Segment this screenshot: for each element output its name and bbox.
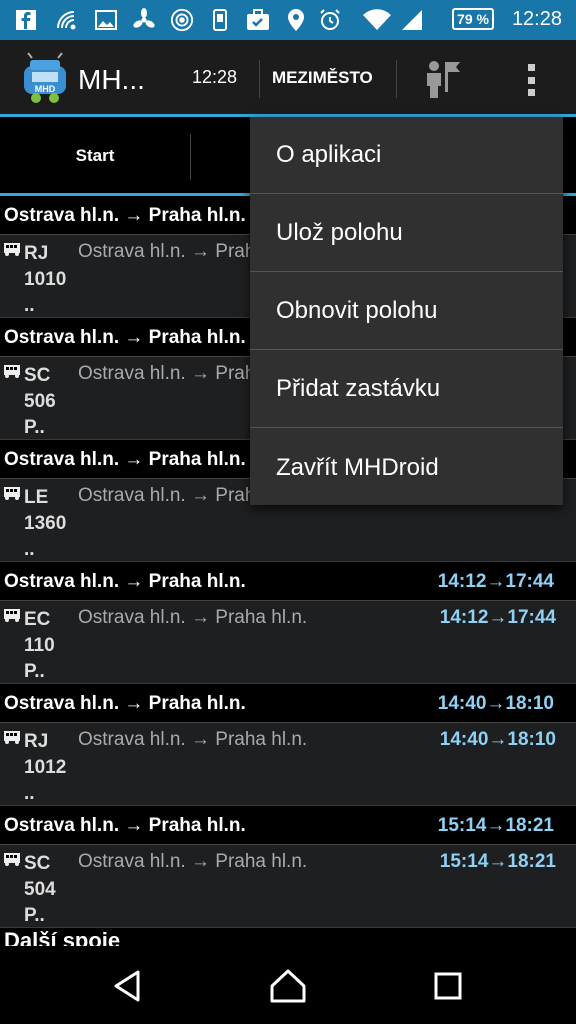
bus-icon — [4, 853, 20, 866]
connection-group[interactable]: Ostrava hl.n. → Praha hl.n. 15:14→18:21 SC… — [0, 806, 576, 928]
dot — [527, 64, 535, 71]
wifi-icon — [362, 8, 392, 32]
detail-route: Ostrava hl.n. → Praha hl.n. — [78, 607, 308, 628]
connection-header[interactable]: Ostrava hl.n. → Praha hl.n. 14:40→18:10 — [0, 684, 576, 723]
connection-header[interactable]: Ostrava hl.n. → Praha hl.n. 14:12→17:44 — [0, 562, 576, 601]
connection-times: 14:40→18:10 — [437, 693, 554, 714]
home-icon[interactable] — [268, 966, 308, 1006]
detail-times: 15:14→18:21 — [439, 851, 556, 872]
bus-icon — [4, 609, 20, 622]
bus-icon — [4, 731, 20, 744]
detail-times: 14:12→17:44 — [439, 607, 556, 628]
detail-route: Ostrava hl.n. → Praha hl.n. — [78, 851, 308, 872]
menu-item-add-stop[interactable]: Přidat zastávku — [250, 351, 563, 428]
mode-button[interactable]: MEZIMĚSTO — [272, 68, 373, 88]
train-number: EC 110 P.. — [24, 609, 55, 682]
facebook-icon — [14, 8, 38, 32]
overflow-menu: O aplikaci Ulož polohu Obnovit polohu Př… — [250, 117, 563, 505]
back-icon[interactable] — [108, 966, 148, 1006]
connection-route: Ostrava hl.n. → Praha hl.n. — [4, 449, 246, 470]
action-divider — [396, 60, 397, 98]
bus-icon — [4, 487, 20, 500]
connection-detail-row[interactable]: RJ 1012 .. Ostrava hl.n. → Praha hl.n. 14:… — [0, 723, 576, 806]
connection-header[interactable]: Ostrava hl.n. → Praha hl.n. 15:14→18:21 — [0, 806, 576, 845]
fan-icon — [132, 8, 156, 32]
menu-item-save-location[interactable]: Ulož polohu — [250, 195, 563, 272]
battery-indicator: 79 % — [452, 8, 494, 30]
app-logo-icon[interactable]: MHD — [18, 52, 72, 106]
connection-times: 14:12→17:44 — [437, 571, 554, 592]
phone-icon — [208, 8, 232, 32]
tab-divider — [190, 134, 191, 180]
menu-item-about[interactable]: O aplikaci — [250, 117, 563, 194]
more-connections-link[interactable]: Další spoje — [0, 928, 576, 946]
tab-start[interactable]: Start — [0, 117, 190, 195]
app-title: MH... — [78, 64, 145, 95]
train-number: SC 506 P.. — [24, 365, 56, 438]
dot — [527, 89, 535, 96]
action-divider — [259, 60, 260, 98]
dot — [527, 76, 535, 84]
connection-route: Ostrava hl.n. → Praha hl.n. — [4, 327, 246, 348]
train-number: RJ 1010 .. — [24, 243, 67, 316]
connection-group[interactable]: Ostrava hl.n. → Praha hl.n. 14:40→18:10 RJ… — [0, 684, 576, 806]
menu-item-close-app[interactable]: Zavřít MHDroid — [250, 429, 563, 506]
briefcase-check-icon — [246, 8, 270, 32]
detail-route: Ostrava hl.n. → Praha hl.n. — [78, 729, 308, 750]
status-time: 12:28 — [511, 8, 562, 30]
connection-route: Ostrava hl.n. → Praha hl.n. — [4, 205, 246, 226]
image-icon — [94, 8, 118, 32]
app-logo-text: MHD — [35, 84, 56, 94]
connection-group[interactable]: Ostrava hl.n. → Praha hl.n. 14:12→17:44 EC… — [0, 562, 576, 684]
bus-icon — [4, 365, 20, 378]
connection-route: Ostrava hl.n. → Praha hl.n. — [4, 693, 246, 714]
signal-waves-icon — [54, 8, 78, 32]
connection-route: Ostrava hl.n. → Praha hl.n. — [4, 815, 246, 836]
cell-signal-icon — [400, 8, 424, 32]
location-icon — [284, 8, 308, 32]
overflow-menu-icon[interactable] — [520, 60, 542, 100]
connection-route: Ostrava hl.n. → Praha hl.n. — [4, 571, 246, 592]
recents-icon[interactable] — [428, 966, 468, 1006]
action-time[interactable]: 12:28 — [192, 67, 237, 88]
person-flag-icon[interactable] — [420, 58, 462, 100]
bus-icon — [4, 243, 20, 256]
connection-times: 15:14→18:21 — [437, 815, 554, 836]
connection-detail-row[interactable]: SC 504 P.. Ostrava hl.n. → Praha hl.n. 15:… — [0, 845, 576, 928]
alarm-icon — [318, 8, 342, 32]
status-bar: 79 % 12:28 — [0, 0, 576, 40]
radar-icon — [170, 8, 194, 32]
train-number: SC 504 P.. — [24, 853, 56, 926]
menu-item-refresh-location[interactable]: Obnovit polohu — [250, 273, 563, 350]
train-number: LE 1360 .. — [24, 487, 67, 560]
train-number: RJ 1012 .. — [24, 731, 67, 804]
detail-times: 14:40→18:10 — [439, 729, 556, 750]
connection-detail-row[interactable]: EC 110 P.. Ostrava hl.n. → Praha hl.n. 14:… — [0, 601, 576, 684]
